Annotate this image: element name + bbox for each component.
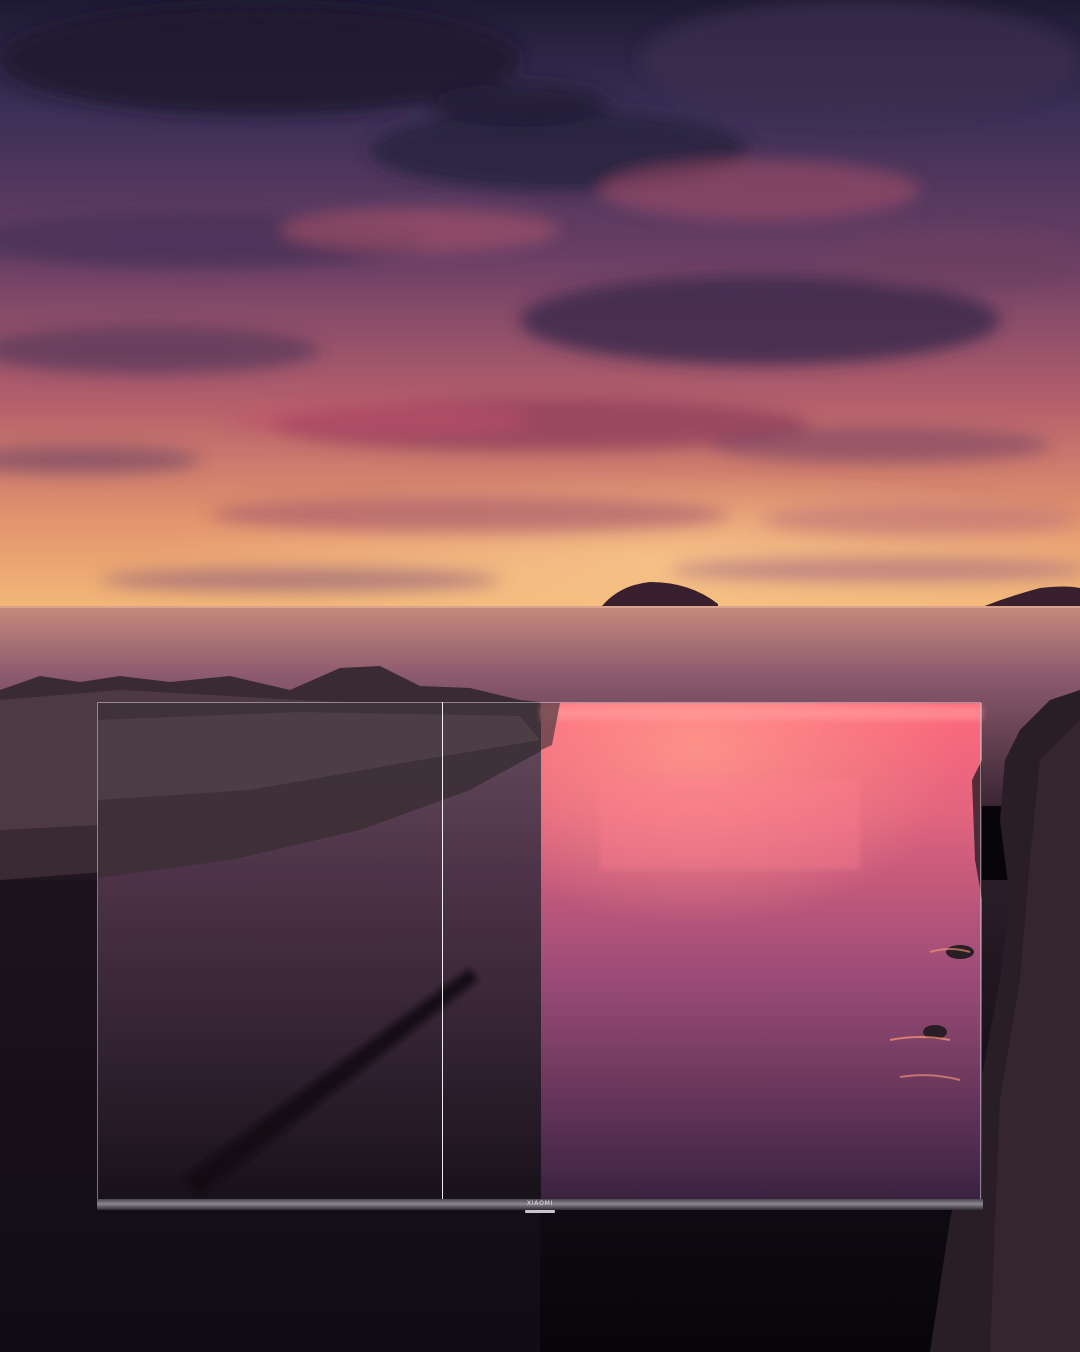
horizon-line	[0, 606, 1080, 608]
tv-brand-logo: XIAOMI	[526, 1200, 554, 1207]
comparison-divider-line	[442, 702, 443, 1199]
tv-screen-frame	[97, 702, 981, 1200]
tv-stand	[525, 1210, 555, 1213]
scene-stage: XIAOMI	[0, 0, 1080, 1352]
tv-set: XIAOMI	[97, 702, 983, 1214]
